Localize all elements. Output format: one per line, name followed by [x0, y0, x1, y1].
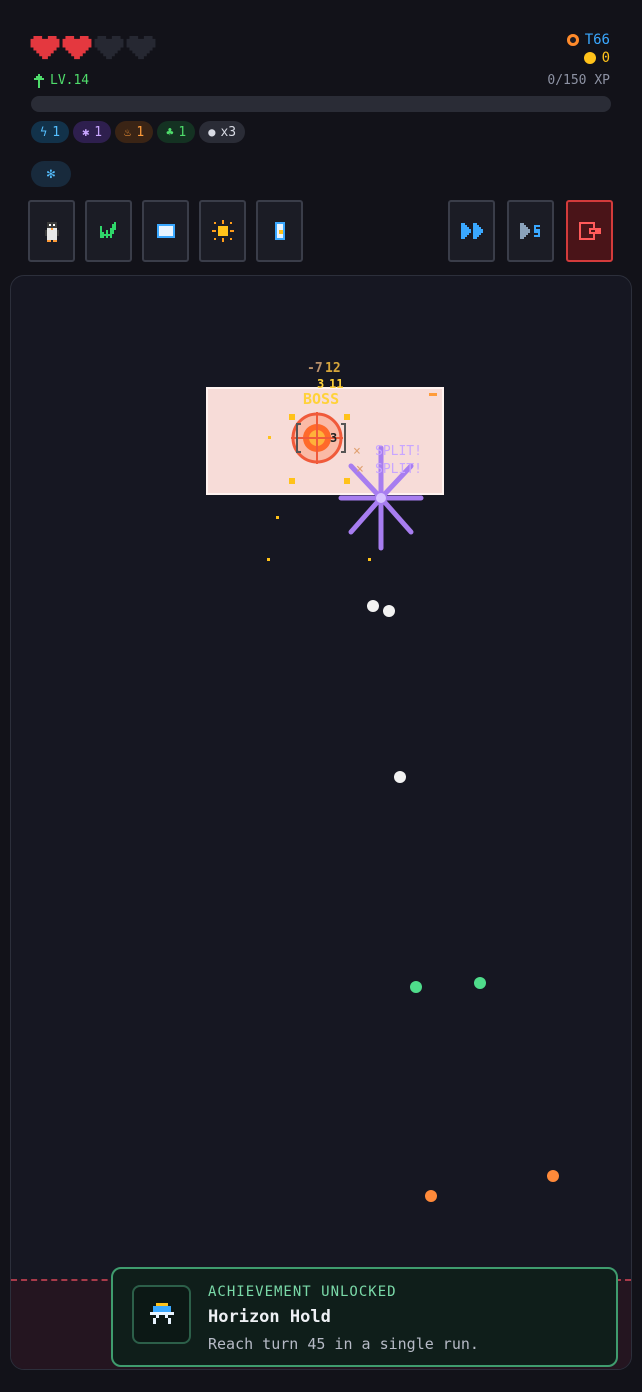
game-controls	[448, 200, 613, 262]
achievement-badge	[132, 1285, 191, 1344]
coin-icon	[583, 52, 596, 64]
split-label: SPLIT!	[375, 462, 422, 477]
chip-count: 1	[94, 124, 103, 140]
level-indicator: LV.14	[32, 73, 89, 88]
chart-icon	[99, 222, 116, 238]
heart-empty-icon	[94, 36, 124, 60]
fast-forward-button[interactable]	[448, 200, 495, 262]
exit-button[interactable]	[566, 200, 613, 262]
game-board[interactable]: -7 12 3 11 BOSS 3 × SPLIT! × SPLIT!	[10, 275, 632, 1370]
ball-chip-star: ✱ 1	[73, 121, 112, 143]
heart-icon	[30, 36, 60, 60]
turn-text: T66	[584, 32, 610, 48]
orange-flame-icon: ♨	[124, 125, 132, 139]
fast-forward-icon	[460, 223, 483, 239]
exit-icon	[578, 222, 601, 240]
split-x: ×	[356, 462, 364, 477]
sparkles	[267, 393, 437, 561]
chip-count: x3	[220, 124, 237, 140]
achievement-title: Horizon Hold	[208, 1307, 331, 1327]
ufo-icon	[149, 1302, 174, 1324]
ball	[367, 600, 379, 612]
chip-count: 1	[136, 124, 145, 140]
tool-door-button[interactable]	[256, 200, 303, 262]
tool-penguin-button[interactable]	[28, 200, 75, 262]
chip-count: 1	[178, 124, 187, 140]
burst-core	[376, 493, 386, 503]
damage-number: 11	[329, 377, 343, 391]
blue-bolt-icon: ϟ	[40, 125, 48, 139]
split-x: ×	[353, 444, 361, 459]
ball-chip-fire: ♨ 1	[115, 121, 154, 143]
split-label: SPLIT!	[375, 444, 422, 459]
tool-card-button[interactable]	[142, 200, 189, 262]
card-icon	[156, 224, 175, 238]
door-icon	[274, 222, 285, 240]
active-buff[interactable]: ✻	[31, 161, 71, 187]
gold-counter: 0	[583, 50, 610, 66]
level-text: LV.14	[50, 73, 90, 88]
penguin-icon	[44, 222, 59, 242]
chip-count: 1	[52, 124, 61, 140]
heart-empty-icon	[126, 36, 156, 60]
boss-label: BOSS	[303, 390, 339, 408]
damage-number: 12	[325, 361, 341, 376]
ball-inventory: ϟ 1 ✱ 1 ♨ 1 ♣ 1 ● x3	[31, 121, 246, 143]
ball	[383, 605, 395, 617]
ball	[547, 1170, 559, 1182]
turn-counter: T66	[566, 32, 610, 48]
balls	[367, 600, 559, 1202]
lives	[30, 36, 156, 62]
heart-icon	[62, 36, 92, 60]
ball	[425, 1190, 437, 1202]
green-leaf-icon: ♣	[166, 125, 174, 139]
frost-icon: ✻	[46, 166, 56, 182]
ball-chip-basic: ● x3	[199, 121, 246, 143]
sun-icon	[211, 220, 234, 242]
damage-number: 3	[317, 377, 324, 391]
boss-hp: 3	[330, 431, 337, 445]
tool-bar	[28, 200, 303, 262]
damage-number: -7	[307, 361, 323, 376]
hud: T66 0 LV.14 0/150 XP ϟ 1 ✱ 1 ♨ 1 ♣ 1 ● x…	[0, 0, 642, 275]
ball	[410, 981, 422, 993]
gold-text: 0	[601, 50, 610, 66]
xp-bar	[31, 96, 611, 112]
step-button[interactable]	[507, 200, 554, 262]
ball-chip-lightning: ϟ 1	[31, 121, 70, 143]
ball-chip-leaf: ♣ 1	[157, 121, 196, 143]
ball	[474, 977, 486, 989]
tool-chart-button[interactable]	[85, 200, 132, 262]
toast-heading: ACHIEVEMENT UNLOCKED	[208, 1284, 397, 1300]
ball	[394, 771, 406, 783]
board-effects: -7 12 3 11 BOSS 3 × SPLIT! × SPLIT!	[267, 361, 559, 1202]
turn-icon	[566, 34, 579, 46]
achievement-description: Reach turn 45 in a single run.	[208, 1335, 479, 1353]
purple-star-icon: ✱	[82, 125, 90, 139]
level-up-arrow-icon	[34, 73, 44, 88]
achievement-toast[interactable]: ACHIEVEMENT UNLOCKED Horizon Hold Reach …	[111, 1267, 618, 1367]
tool-sun-button[interactable]	[199, 200, 246, 262]
xp-text: 0/150 XP	[547, 73, 610, 88]
step-icon	[519, 223, 540, 239]
white-ball-icon: ●	[208, 125, 216, 139]
